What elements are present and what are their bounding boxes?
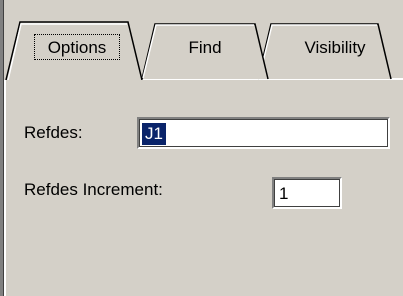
refdes-value: J1: [142, 123, 166, 145]
tab-options-label: Options: [47, 38, 107, 57]
tab-find-label: Find: [188, 38, 222, 57]
options-panel: Options Find Visibility Refdes: J1 Refde…: [0, 0, 403, 296]
refdes-increment-input[interactable]: 1: [272, 177, 342, 209]
refdes-increment-label: Refdes Increment:: [24, 180, 163, 199]
tab-visibility-label: Visibility: [304, 38, 366, 57]
tab-strip: Options Find Visibility: [0, 0, 403, 80]
refdes-increment-value: 1: [279, 184, 289, 203]
content-left-highlight: [4, 80, 6, 296]
refdes-label: Refdes:: [24, 123, 83, 142]
refdes-input[interactable]: J1: [137, 117, 390, 149]
